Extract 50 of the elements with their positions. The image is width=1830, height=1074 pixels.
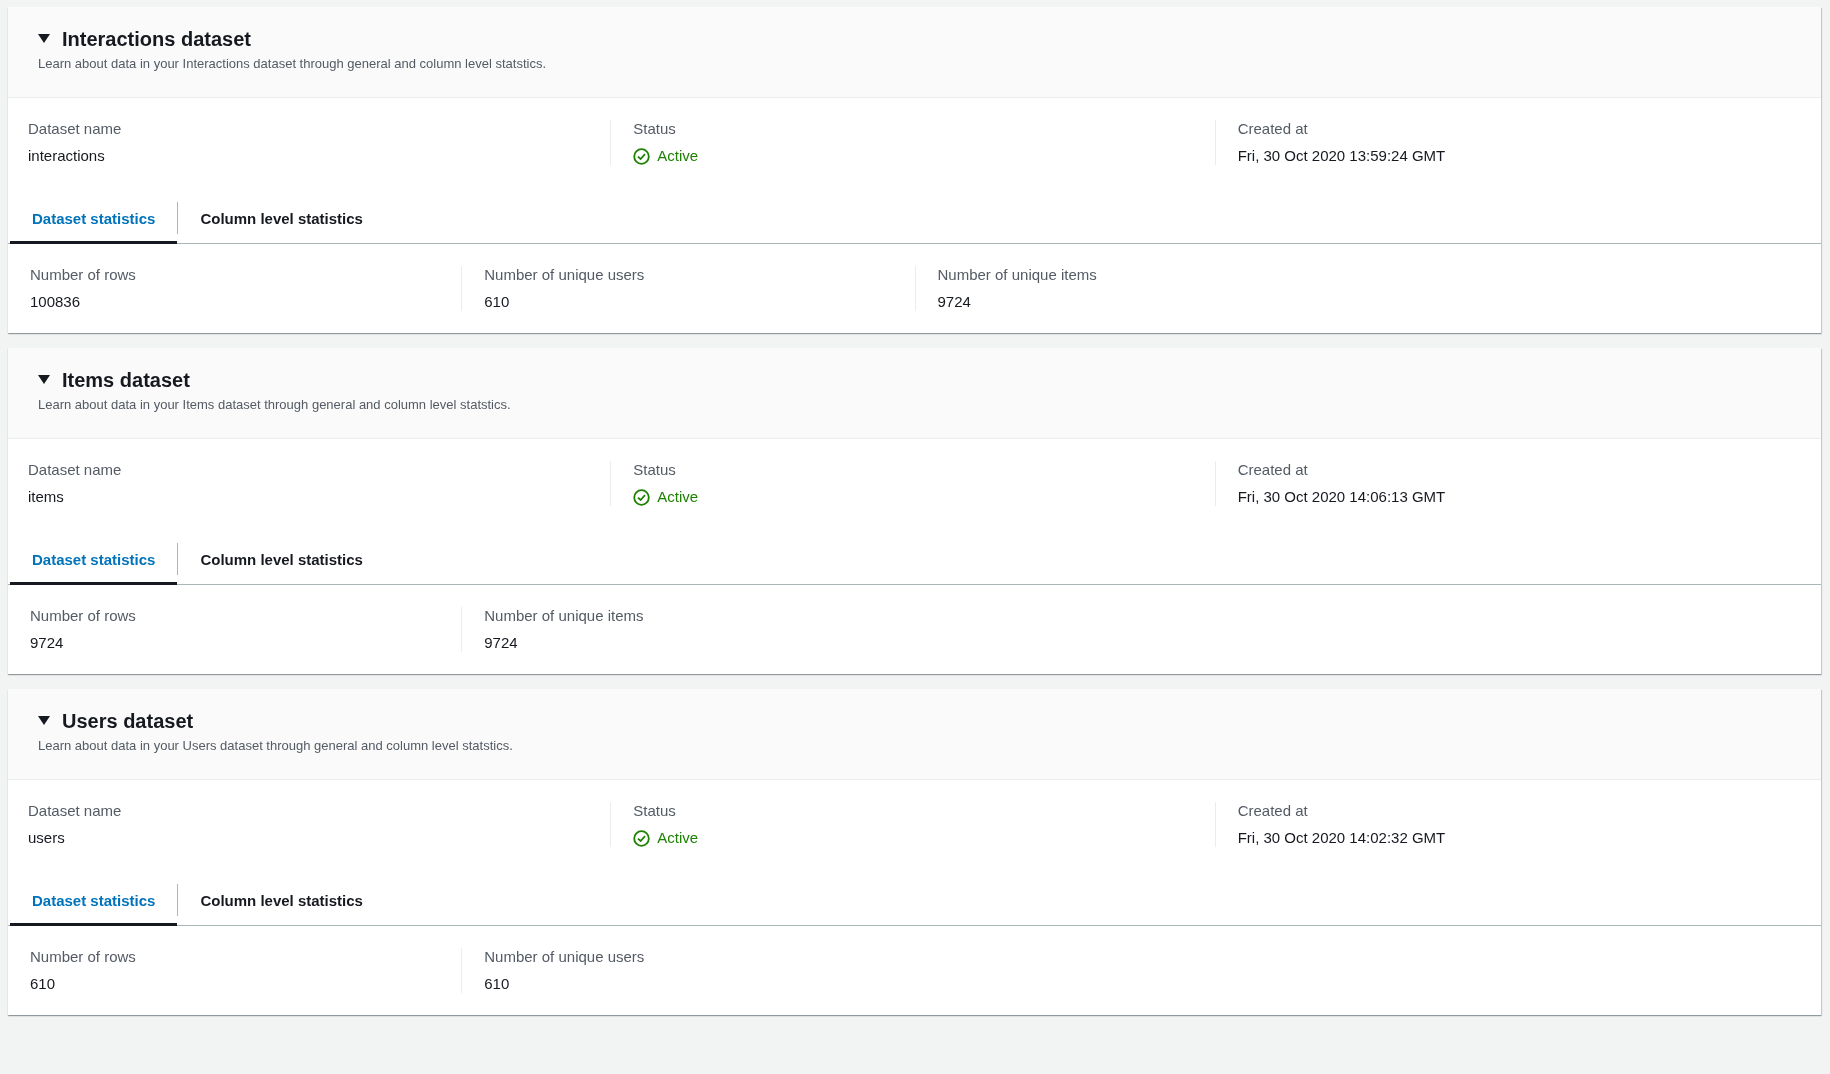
panel-description: Learn about data in your Items dataset through general and column level statstics. — [38, 397, 512, 412]
panel-title: Items dataset — [62, 368, 190, 392]
panel-description: Learn about data in your Interactions dataset through general and column level statstics. — [38, 56, 548, 71]
check-circle-icon — [633, 147, 651, 165]
field-value: Fri, 30 Oct 2020 13:59:24 GMT — [1237, 147, 1447, 165]
tab[interactable]: Dataset statistics — [10, 875, 178, 926]
tab[interactable]: Column level statistics — [178, 534, 385, 585]
field-label: Dataset name — [28, 802, 123, 820]
stat-value: 610 — [484, 293, 511, 311]
field-label: Dataset name — [28, 120, 123, 138]
stat-value: 610 — [30, 975, 57, 993]
stat-label: Number of rows — [30, 266, 137, 284]
caret-icon[interactable] — [38, 375, 50, 385]
field-value: items — [28, 488, 65, 506]
stat-label: Number of rows — [30, 607, 137, 625]
panel-description: Learn about data in your Users dataset through general and column level statstics. — [38, 738, 514, 753]
stat-label: Number of rows — [30, 948, 137, 966]
field-label: Status — [633, 120, 677, 138]
field-label: Dataset name — [28, 461, 123, 479]
field-value: Fri, 30 Oct 2020 14:02:32 GMT — [1237, 829, 1447, 847]
stat-value: 9724 — [937, 293, 972, 311]
tab[interactable]: Dataset statistics — [10, 534, 178, 585]
field-value: users — [28, 829, 66, 847]
field-label: Created at — [1237, 120, 1309, 138]
field-label: Status — [633, 802, 677, 820]
field-label: Created at — [1237, 461, 1309, 479]
caret-icon[interactable] — [38, 34, 50, 44]
tab[interactable]: Column level statistics — [178, 875, 385, 926]
field-label: Status — [633, 461, 677, 479]
field-label: Created at — [1237, 802, 1309, 820]
field-value: interactions — [28, 147, 106, 165]
panel-title: Users dataset — [62, 709, 194, 733]
panel-title: Interactions dataset — [62, 27, 251, 51]
status-value: Active — [657, 488, 699, 506]
field-value: Fri, 30 Oct 2020 14:06:13 GMT — [1237, 488, 1447, 506]
stat-value: 9724 — [484, 634, 519, 652]
stat-value: 9724 — [30, 634, 65, 652]
caret-icon[interactable] — [38, 716, 50, 726]
stat-value: 100836 — [30, 293, 82, 311]
stat-label: Number of unique items — [937, 266, 1098, 284]
status-value: Active — [657, 829, 699, 847]
stat-label: Number of unique items — [484, 607, 645, 625]
tab[interactable]: Dataset statistics — [10, 193, 178, 244]
tab[interactable]: Column level statistics — [178, 193, 385, 244]
check-circle-icon — [633, 829, 651, 847]
stat-label: Number of unique users — [484, 948, 646, 966]
status-value: Active — [657, 147, 699, 165]
check-circle-icon — [633, 488, 651, 506]
stat-label: Number of unique users — [484, 266, 646, 284]
stat-value: 610 — [484, 975, 511, 993]
